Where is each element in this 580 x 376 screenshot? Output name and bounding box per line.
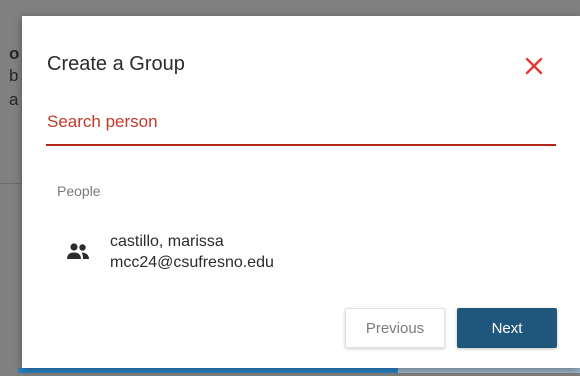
group-icon [67,243,89,259]
background-divider [0,183,22,184]
person-list-item[interactable]: castillo, marissa mcc24@csufresno.edu [52,230,532,278]
dialog-title: Create a Group [47,53,185,75]
person-name: castillo, marissa [110,233,224,250]
close-button[interactable] [522,54,546,78]
background-progress-bar [18,368,398,373]
search-underline [46,144,556,146]
people-section-label: People [57,183,101,199]
background-text: o [9,44,20,63]
previous-button[interactable]: Previous [345,308,445,348]
search-field [46,102,556,146]
next-button[interactable]: Next [457,308,557,348]
close-icon [525,57,543,75]
background-text: b [9,66,19,85]
person-email: mcc24@csufresno.edu [110,254,274,271]
background-progress-track [398,368,580,373]
create-group-dialog: Create a Group People castillo, marissa … [22,16,580,368]
background-text: a [9,90,19,109]
search-person-input[interactable] [46,102,556,142]
